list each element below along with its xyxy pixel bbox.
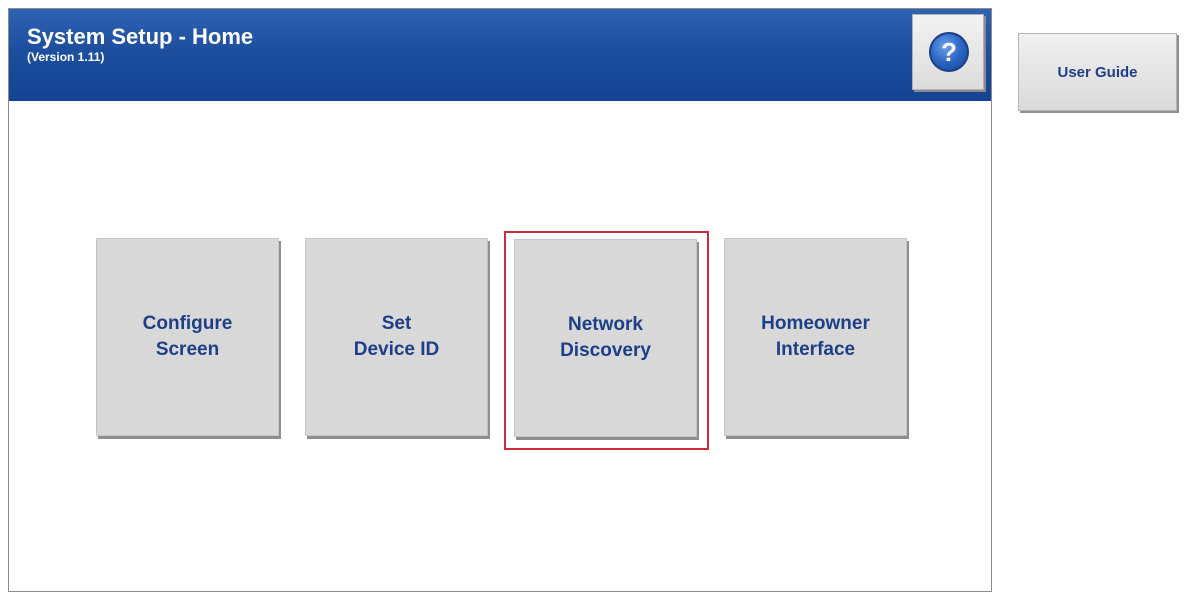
setup-screen: System Setup - Home (Version 1.11) ? Con…: [8, 8, 992, 592]
homeowner-interface-button[interactable]: Homeowner Interface: [724, 238, 907, 436]
configure-screen-button[interactable]: Configure Screen: [96, 238, 279, 436]
homeowner-interface-label: Homeowner Interface: [761, 313, 870, 360]
network-discovery-button[interactable]: Network Discovery: [514, 239, 697, 437]
version-label: (Version 1.11): [27, 50, 105, 64]
header-bar: System Setup - Home (Version 1.11) ?: [9, 9, 991, 101]
configure-screen-label: Configure Screen: [142, 313, 233, 360]
help-button[interactable]: ?: [912, 14, 984, 90]
set-device-id-button[interactable]: Set Device ID: [305, 238, 488, 436]
user-guide-button[interactable]: User Guide: [1018, 33, 1177, 111]
svg-text:?: ?: [941, 37, 957, 67]
network-discovery-label: Network Discovery: [560, 314, 651, 361]
question-mark-icon: ?: [929, 32, 969, 72]
set-device-id-label: Set Device ID: [353, 313, 440, 360]
page-title: System Setup - Home: [27, 24, 254, 49]
